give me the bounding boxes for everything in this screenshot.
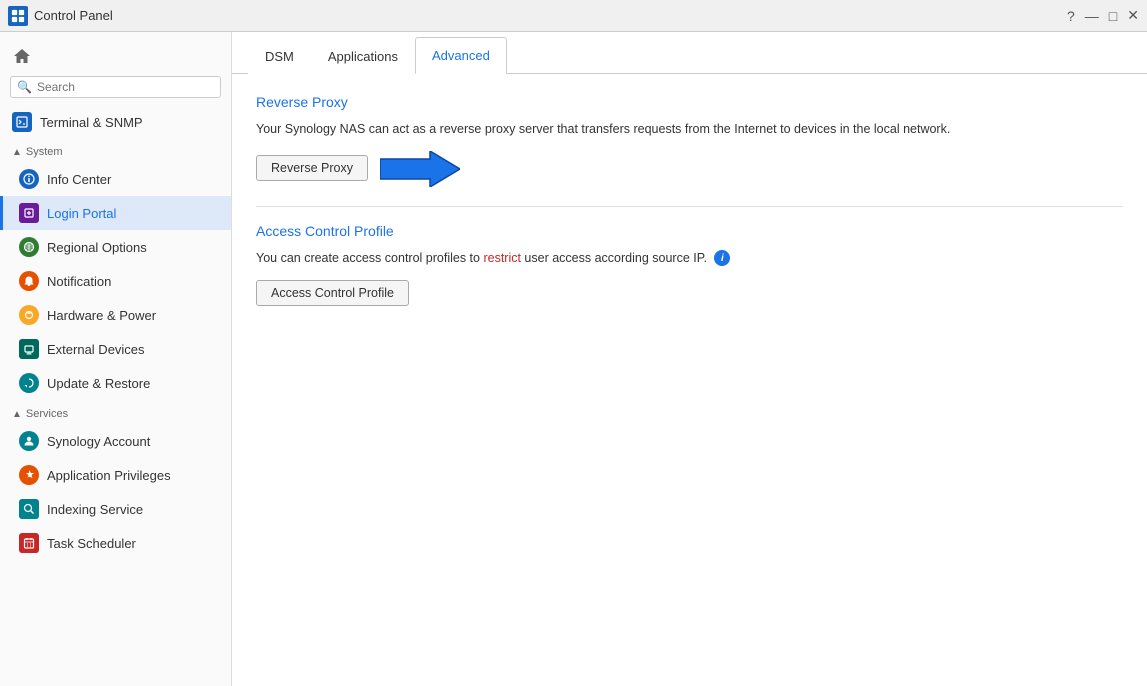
maximize-button[interactable]: □	[1109, 8, 1117, 24]
reverse-proxy-action-row: Reverse Proxy	[256, 151, 1123, 190]
login-portal-icon	[19, 203, 39, 223]
application-privileges-icon	[19, 465, 39, 485]
close-button[interactable]: ✕	[1127, 7, 1139, 24]
synology-account-icon	[19, 431, 39, 451]
sidebar-item-update-restore[interactable]: Update & Restore	[0, 366, 231, 400]
services-chevron: ▲	[12, 409, 22, 420]
sidebar-item-regional-options[interactable]: Regional Options	[0, 230, 231, 264]
indexing-service-label: Indexing Service	[47, 502, 143, 517]
update-restore-icon	[19, 373, 39, 393]
app-icon	[8, 6, 28, 26]
home-icon	[12, 46, 32, 66]
login-portal-label: Login Portal	[47, 206, 116, 221]
external-devices-label: External Devices	[47, 342, 145, 357]
home-button[interactable]	[0, 40, 231, 72]
services-section-header: ▲ Services	[0, 400, 231, 424]
content-area: Reverse Proxy Your Synology NAS can act …	[232, 74, 1147, 686]
sidebar-item-synology-account[interactable]: Synology Account	[0, 424, 231, 458]
tabs-bar: DSM Applications Advanced	[232, 32, 1147, 74]
search-box: 🔍	[10, 76, 221, 98]
regional-options-icon	[19, 237, 39, 257]
reverse-proxy-title: Reverse Proxy	[256, 94, 1123, 110]
divider-1	[256, 206, 1123, 207]
regional-options-label: Regional Options	[47, 240, 147, 255]
access-control-profile-title: Access Control Profile	[256, 223, 1123, 239]
update-restore-label: Update & Restore	[47, 376, 150, 391]
arrow-annotation	[380, 151, 460, 190]
synology-account-label: Synology Account	[47, 434, 150, 449]
task-scheduler-icon	[19, 533, 39, 553]
task-scheduler-label: Task Scheduler	[47, 536, 136, 551]
hardware-power-icon	[19, 305, 39, 325]
services-section-label: Services	[26, 408, 68, 420]
hardware-power-label: Hardware & Power	[47, 308, 156, 323]
sidebar-item-indexing-service[interactable]: Indexing Service	[0, 492, 231, 526]
system-chevron: ▲	[12, 147, 22, 158]
sidebar-item-info-center[interactable]: Info Center	[0, 162, 231, 196]
info-tooltip-icon[interactable]: i	[714, 250, 730, 266]
reverse-proxy-section: Reverse Proxy Your Synology NAS can act …	[256, 94, 1123, 190]
info-center-icon	[19, 169, 39, 189]
system-section-header: ▲ System	[0, 138, 231, 162]
sidebar-item-login-portal[interactable]: Login Portal	[0, 196, 231, 230]
window-controls: ? — □ ✕	[1067, 7, 1139, 24]
sidebar-item-hardware-power[interactable]: Hardware & Power	[0, 298, 231, 332]
sidebar-item-terminal-snmp[interactable]: Terminal & SNMP	[0, 106, 231, 138]
application-privileges-label: Application Privileges	[47, 468, 171, 483]
title-bar-left: Control Panel	[8, 6, 113, 26]
body-container: 🔍 Terminal & SNMP ▲ System	[0, 32, 1147, 686]
tab-advanced[interactable]: Advanced	[415, 37, 507, 74]
search-input[interactable]	[37, 80, 214, 94]
sidebar-item-external-devices[interactable]: External Devices	[0, 332, 231, 366]
app-container: 🔍 Terminal & SNMP ▲ System	[0, 32, 1147, 686]
notification-label: Notification	[47, 274, 111, 289]
sidebar-item-application-privileges[interactable]: Application Privileges	[0, 458, 231, 492]
sidebar-item-task-scheduler[interactable]: Task Scheduler	[0, 526, 231, 560]
reverse-proxy-desc: Your Synology NAS can act as a reverse p…	[256, 120, 1123, 139]
tab-dsm[interactable]: DSM	[248, 38, 311, 74]
minimize-button[interactable]: —	[1085, 8, 1099, 24]
app-title: Control Panel	[34, 8, 113, 23]
notification-icon	[19, 271, 39, 291]
reverse-proxy-button[interactable]: Reverse Proxy	[256, 155, 368, 181]
terminal-icon	[12, 112, 32, 132]
system-section-label: System	[26, 146, 63, 158]
access-control-profile-button[interactable]: Access Control Profile	[256, 280, 409, 306]
help-button[interactable]: ?	[1067, 8, 1075, 24]
external-devices-icon	[19, 339, 39, 359]
restrict-highlight: restrict	[483, 251, 521, 265]
indexing-service-icon	[19, 499, 39, 519]
access-control-profile-section: Access Control Profile You can create ac…	[256, 223, 1123, 310]
access-control-profile-desc: You can create access control profiles t…	[256, 249, 1123, 268]
title-bar: Control Panel ? — □ ✕	[0, 0, 1147, 32]
terminal-snmp-label: Terminal & SNMP	[40, 115, 143, 130]
info-center-label: Info Center	[47, 172, 111, 187]
sidebar-item-notification[interactable]: Notification	[0, 264, 231, 298]
main-content: DSM Applications Advanced Reverse Proxy …	[232, 32, 1147, 686]
search-icon: 🔍	[17, 80, 32, 94]
tab-applications[interactable]: Applications	[311, 38, 415, 74]
sidebar: 🔍 Terminal & SNMP ▲ System	[0, 32, 232, 686]
